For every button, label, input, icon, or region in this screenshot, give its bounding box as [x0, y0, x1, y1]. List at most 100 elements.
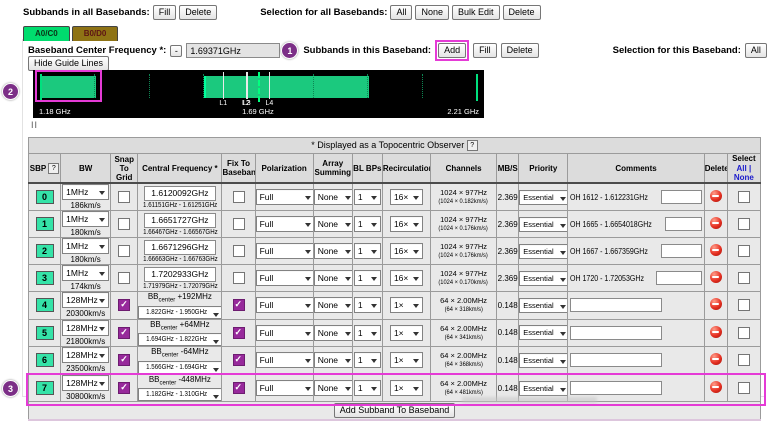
bl-bps-select[interactable]: 1 [354, 243, 381, 259]
snap-to-grid-checkbox[interactable] [118, 218, 130, 230]
delete-subband-icon[interactable] [710, 271, 722, 283]
bandwidth-select[interactable]: 128MHz [62, 347, 109, 363]
polarization-select[interactable]: Full [256, 216, 314, 232]
select-subband-checkbox[interactable] [738, 354, 750, 366]
snap-to-grid-checkbox[interactable] [118, 354, 130, 366]
baseband-center-frequency-input[interactable] [186, 43, 280, 58]
priority-select[interactable]: Essential [519, 325, 568, 340]
fix-to-baseband-checkbox[interactable] [233, 245, 245, 257]
array-summing-select[interactable]: None [314, 352, 353, 368]
tab-b0d0[interactable]: B0/D0 [72, 26, 119, 41]
snap-to-grid-checkbox[interactable] [118, 299, 130, 311]
delete-subband-icon[interactable] [710, 190, 722, 202]
central-frequency-input[interactable] [144, 267, 216, 282]
select-subband-checkbox[interactable] [738, 327, 750, 339]
add-subband-to-baseband-button[interactable]: Add Subband To Baseband [334, 403, 455, 418]
priority-select[interactable]: Essential [519, 217, 568, 232]
recirculation-select[interactable]: 1× [390, 380, 423, 396]
delete-all-basebands-button[interactable]: Delete [179, 5, 217, 20]
bl-bps-select[interactable]: 1 [354, 270, 381, 286]
fix-to-baseband-checkbox[interactable] [233, 382, 245, 394]
bulk-edit-button[interactable]: Bulk Edit [452, 5, 500, 20]
snap-to-grid-checkbox[interactable] [118, 272, 130, 284]
central-frequency-input[interactable] [144, 240, 216, 255]
resize-handle[interactable]: II [31, 120, 38, 130]
array-summing-select[interactable]: None [314, 380, 353, 396]
select-all-none-links[interactable]: All | None [728, 164, 760, 182]
bandwidth-select[interactable]: 1MHz [62, 265, 109, 281]
comment-input[interactable] [570, 298, 662, 312]
select-all-this-button[interactable]: All [745, 43, 767, 58]
delete-subband-icon[interactable] [710, 217, 722, 229]
array-summing-select[interactable]: None [314, 297, 353, 313]
priority-select[interactable]: Essential [519, 271, 568, 286]
snap-to-grid-checkbox[interactable] [118, 327, 130, 339]
select-subband-checkbox[interactable] [738, 191, 750, 203]
fix-to-baseband-checkbox[interactable] [233, 218, 245, 230]
central-frequency-input[interactable] [144, 186, 216, 201]
delete-subband-icon[interactable] [710, 353, 722, 365]
comment-input[interactable] [570, 353, 662, 367]
recirculation-select[interactable]: 1× [390, 297, 423, 313]
hide-guide-lines-button[interactable]: Hide Guide Lines [28, 56, 109, 71]
comment-input[interactable] [570, 326, 662, 340]
comment-input[interactable] [661, 190, 702, 204]
select-subband-checkbox[interactable] [738, 245, 750, 257]
delete-selected-button[interactable]: Delete [503, 5, 541, 20]
fix-to-baseband-checkbox[interactable] [233, 299, 245, 311]
recirculation-select[interactable]: 16× [390, 216, 423, 232]
priority-select[interactable]: Essential [519, 298, 568, 313]
select-subband-checkbox[interactable] [738, 299, 750, 311]
polarization-select[interactable]: Full [256, 189, 314, 205]
bandwidth-select[interactable]: 128MHz [62, 375, 109, 391]
recirculation-select[interactable]: 16× [390, 270, 423, 286]
array-summing-select[interactable]: None [314, 189, 353, 205]
bandwidth-select[interactable]: 128MHz [62, 292, 109, 308]
snap-to-grid-checkbox[interactable] [118, 245, 130, 257]
fill-baseband-button[interactable]: Fill [473, 43, 497, 58]
fix-to-baseband-checkbox[interactable] [233, 327, 245, 339]
snap-to-grid-checkbox[interactable] [118, 191, 130, 203]
comment-input[interactable] [656, 271, 701, 285]
delete-baseband-subbands-button[interactable]: Delete [501, 43, 539, 58]
central-frequency-input[interactable] [144, 213, 216, 228]
priority-select[interactable]: Essential [519, 190, 568, 205]
priority-select[interactable]: Essential [519, 381, 568, 396]
bandwidth-select[interactable]: 1MHz [62, 238, 109, 254]
bl-bps-select[interactable]: 1 [354, 352, 381, 368]
bandwidth-select[interactable]: 1MHz [62, 211, 109, 227]
array-summing-select[interactable]: None [314, 216, 353, 232]
delete-subband-icon[interactable] [710, 381, 722, 393]
recirculation-select[interactable]: 1× [390, 325, 423, 341]
subband-block[interactable] [40, 76, 97, 98]
bandwidth-select[interactable]: 128MHz [62, 320, 109, 336]
polarization-select[interactable]: Full [256, 243, 314, 259]
comment-input[interactable] [570, 381, 662, 395]
select-subband-checkbox[interactable] [738, 218, 750, 230]
collapse-baseband-button[interactable]: - [170, 45, 182, 57]
fill-all-basebands-button[interactable]: Fill [153, 5, 177, 20]
sbp-help-icon[interactable]: ? [48, 163, 59, 174]
select-none-button[interactable]: None [415, 5, 449, 20]
delete-subband-icon[interactable] [710, 244, 722, 256]
bl-bps-select[interactable]: 1 [354, 297, 381, 313]
polarization-select[interactable]: Full [256, 325, 314, 341]
array-summing-select[interactable]: None [314, 325, 353, 341]
fix-to-baseband-checkbox[interactable] [233, 272, 245, 284]
recirculation-select[interactable]: 16× [390, 243, 423, 259]
bl-bps-select[interactable]: 1 [354, 325, 381, 341]
add-subband-button-top[interactable]: Add [438, 43, 466, 58]
recirculation-select[interactable]: 1× [390, 352, 423, 368]
delete-subband-icon[interactable] [710, 326, 722, 338]
subband-block[interactable] [204, 76, 370, 98]
polarization-select[interactable]: Full [256, 380, 314, 396]
array-summing-select[interactable]: None [314, 243, 353, 259]
central-frequency-select[interactable]: 1.566GHz - 1.694GHz [138, 361, 222, 374]
priority-select[interactable]: Essential [519, 244, 568, 259]
comment-input[interactable] [665, 217, 701, 231]
bl-bps-select[interactable]: 1 [354, 380, 381, 396]
central-frequency-select[interactable]: 1.822GHz - 1.950GHz [138, 306, 222, 319]
priority-select[interactable]: Essential [519, 353, 568, 368]
bl-bps-select[interactable]: 1 [354, 216, 381, 232]
select-all-button[interactable]: All [390, 5, 412, 20]
